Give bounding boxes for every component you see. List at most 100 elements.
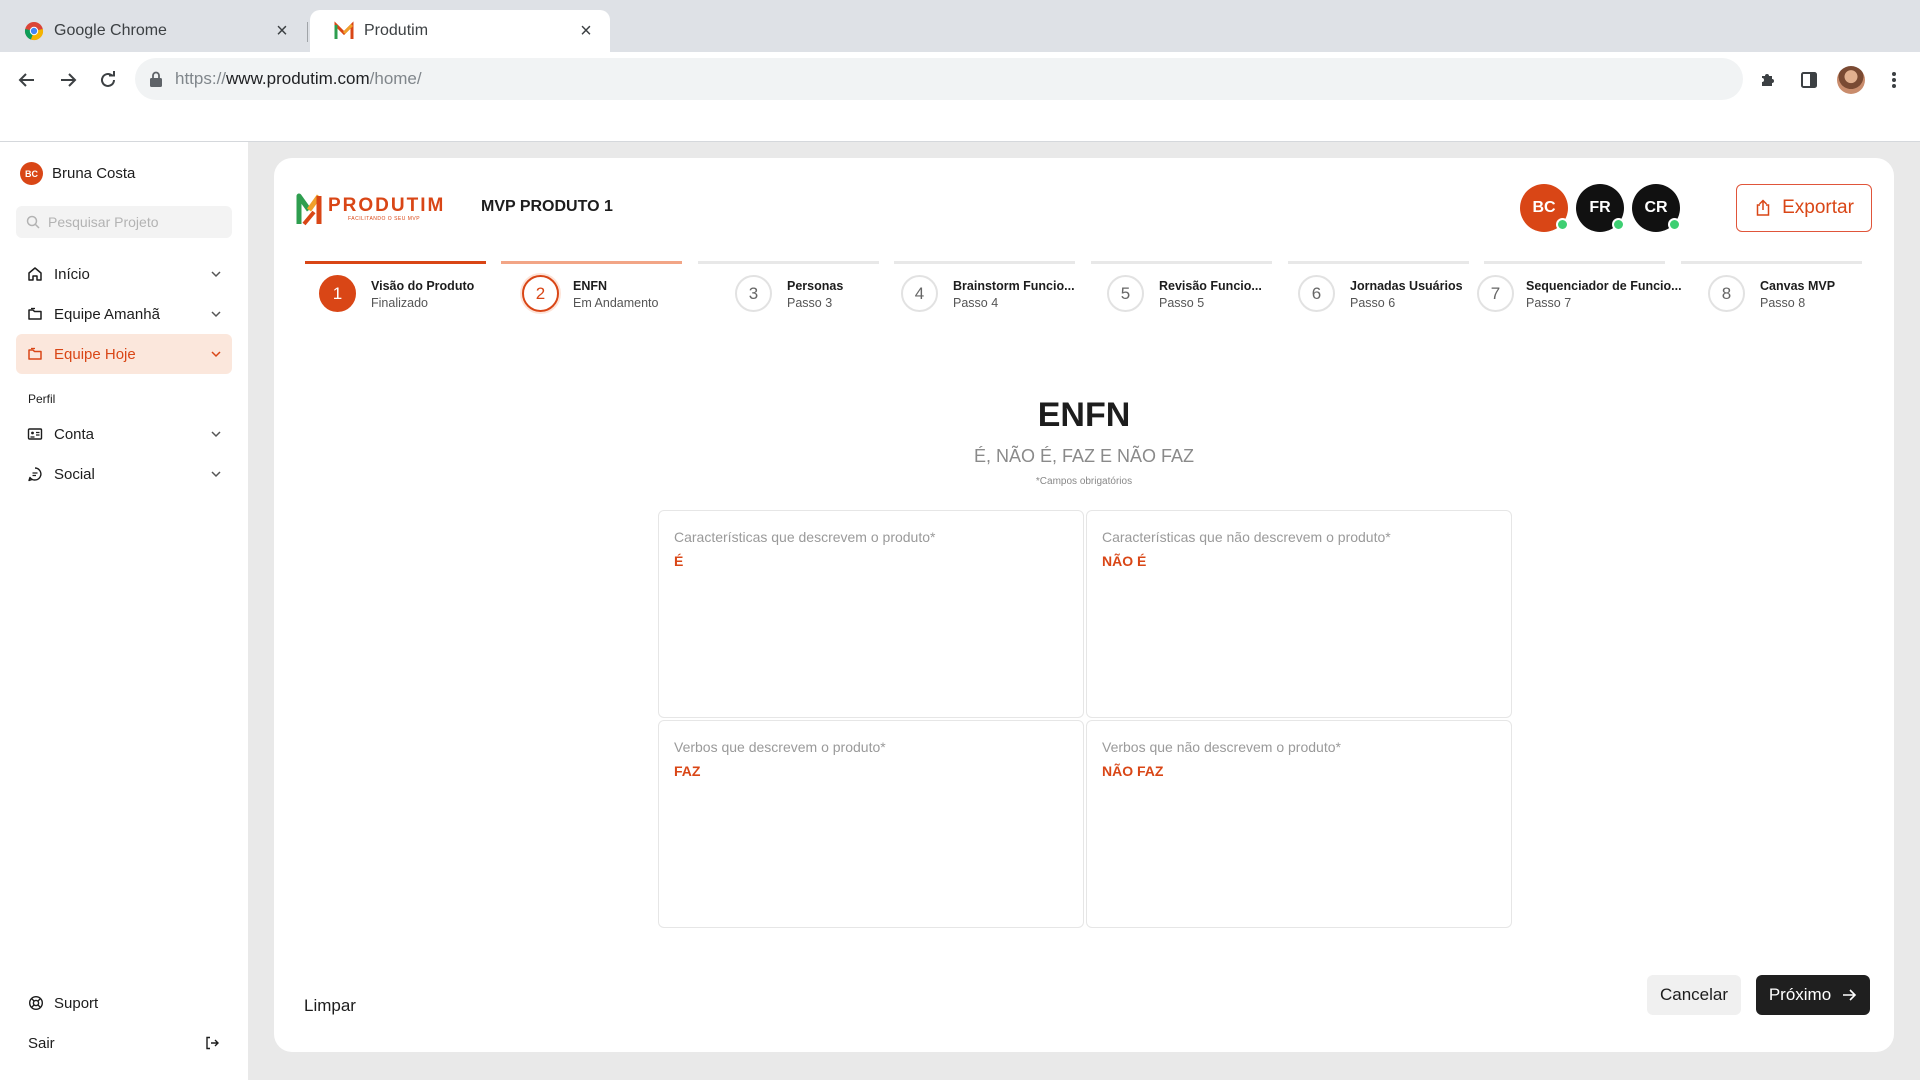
step-progress-bar <box>698 261 879 264</box>
sidebar-item-equipe-hoje[interactable]: Equipe Hoje <box>16 334 232 374</box>
step-1[interactable]: 1 Visão do Produto Finalizado <box>305 261 486 321</box>
chevron-down-icon <box>211 431 221 438</box>
sidebar-item-label: Equipe Hoje <box>54 345 136 363</box>
avatar: BC <box>20 162 43 185</box>
step-status: Passo 7 <box>1526 296 1572 310</box>
sidebar-item-social[interactable]: Social <box>16 454 232 494</box>
profile-button[interactable] <box>1833 62 1869 98</box>
field-tag: FAZ <box>674 763 701 779</box>
step-5[interactable]: 5 Revisão Funcio... Passo 5 <box>1091 261 1272 321</box>
sidebar-item-equipe-amanha[interactable]: Equipe Amanhã <box>16 294 232 334</box>
browser-tab-google-chrome[interactable]: Google Chrome × <box>0 10 306 52</box>
step-status: Passo 5 <box>1159 296 1205 310</box>
reload-button[interactable] <box>90 62 126 98</box>
logo-wordmark: PRODUTIM <box>328 195 446 216</box>
field-label: Verbos que não descrevem o produto* <box>1102 739 1341 755</box>
cancel-button[interactable]: Cancelar <box>1647 975 1741 1015</box>
chevron-down-icon <box>211 311 221 318</box>
step-3[interactable]: 3 Personas Passo 3 <box>698 261 879 321</box>
step-6[interactable]: 6 Jornadas Usuários Passo 6 <box>1288 261 1469 321</box>
collaborator-avatar-cr[interactable]: CR <box>1632 184 1681 232</box>
produtim-logo-icon <box>296 193 322 226</box>
step-number: 2 <box>522 275 559 312</box>
field-tag: É <box>674 553 684 569</box>
step-progress-bar <box>305 261 486 264</box>
support-link[interactable]: Suport <box>16 985 232 1021</box>
side-panel-button[interactable] <box>1791 62 1827 98</box>
step-status: Finalizado <box>371 296 428 310</box>
field-e-input[interactable] <box>674 573 1068 705</box>
sidebar-item-label: Social <box>54 465 95 483</box>
step-title: Canvas MVP <box>1760 279 1836 293</box>
sidebar-item-label: Equipe Amanhã <box>54 305 160 323</box>
home-icon <box>26 265 44 283</box>
collaborator-initials: CR <box>1644 199 1668 216</box>
step-number: 6 <box>1298 275 1335 312</box>
step-status: Passo 6 <box>1350 296 1396 310</box>
online-status-dot <box>1668 218 1681 231</box>
project-title: MVP PRODUTO 1 <box>481 198 613 215</box>
arrow-right-icon <box>61 73 77 87</box>
step-title: Visão do Produto <box>371 279 475 293</box>
browser-tab-bar: Google Chrome × Produtim × <box>0 0 1920 52</box>
logout-label: Sair <box>28 1034 55 1052</box>
side-panel-icon <box>1801 72 1817 88</box>
field-label: Verbos que descrevem o produto* <box>674 739 886 755</box>
profile-avatar <box>1837 66 1865 94</box>
share-upload-icon <box>1756 199 1770 216</box>
collaborator-initials: FR <box>1589 199 1611 216</box>
back-button[interactable] <box>9 62 45 98</box>
tab-divider <box>307 22 308 42</box>
step-number: 7 <box>1477 275 1514 312</box>
forward-button[interactable] <box>50 62 86 98</box>
sidebar-item-conta[interactable]: Conta <box>16 414 232 454</box>
next-button[interactable]: Próximo <box>1756 975 1870 1015</box>
produtim-logo[interactable]: PRODUTIM FACILITANDO O SEU MVP <box>296 192 445 226</box>
step-4[interactable]: 4 Brainstorm Funcio... Passo 4 <box>894 261 1075 321</box>
close-tab-icon[interactable]: × <box>576 20 596 42</box>
url-host: www.produtim.com <box>226 69 370 88</box>
field-tag: NÃO FAZ <box>1102 763 1164 779</box>
step-progress-bar <box>1681 261 1862 264</box>
browser-menu-button[interactable] <box>1876 62 1912 98</box>
support-label: Suport <box>54 994 99 1012</box>
step-status: Passo 3 <box>787 296 833 310</box>
logout-button[interactable]: Sair <box>16 1025 232 1061</box>
field-label: Características que descrevem o produto* <box>674 529 936 545</box>
step-number: 5 <box>1107 275 1144 312</box>
collaborator-avatar-fr[interactable]: FR <box>1576 184 1625 232</box>
step-2[interactable]: 2 ENFN Em Andamento <box>501 261 682 321</box>
logout-icon <box>206 1036 219 1050</box>
step-title: Brainstorm Funcio... <box>953 279 1075 293</box>
field-faz-input[interactable] <box>674 783 1068 915</box>
url-scheme: https:// <box>175 69 227 88</box>
chevron-down-icon <box>211 471 221 478</box>
sidebar-item-label: Início <box>54 265 90 283</box>
field-nao-faz-input[interactable] <box>1102 783 1496 915</box>
step-status: Em Andamento <box>573 296 659 310</box>
required-fields-note: *Campos obrigatórios <box>1035 476 1133 487</box>
page-subtitle: É, NÃO É, FAZ E NÃO FAZ <box>973 446 1195 466</box>
browser-tab-produtim[interactable]: Produtim × <box>310 10 610 52</box>
address-bar[interactable]: https://www.produtim.com/home/ <box>135 58 1743 100</box>
user-name: Bruna Costa <box>52 165 136 182</box>
field-nao-e-input[interactable] <box>1102 573 1496 705</box>
user-profile[interactable]: BC Bruna Costa <box>20 162 135 185</box>
sidebar-item-inicio[interactable]: Início <box>16 254 232 294</box>
close-tab-icon[interactable]: × <box>272 20 292 42</box>
step-7[interactable]: 7 Sequenciador de Funcio... Passo 7 <box>1477 261 1682 321</box>
produtim-favicon-icon <box>334 21 354 39</box>
clear-button[interactable]: Limpar <box>304 996 356 1016</box>
field-faz: Verbos que descrevem o produto* FAZ <box>658 720 1084 928</box>
url-path: /home/ <box>369 69 422 88</box>
step-progress-bar <box>501 261 682 264</box>
extensions-button[interactable] <box>1750 62 1786 98</box>
folder-icon <box>26 305 44 323</box>
export-button[interactable]: Exportar <box>1736 184 1872 232</box>
step-number: 8 <box>1708 275 1745 312</box>
field-label: Características que não descrevem o prod… <box>1102 529 1391 545</box>
step-8[interactable]: 8 Canvas MVP Passo 8 <box>1681 261 1862 321</box>
search-input[interactable] <box>48 214 218 230</box>
step-title: Revisão Funcio... <box>1159 279 1262 293</box>
collaborator-avatar-bc[interactable]: BC <box>1520 184 1569 232</box>
